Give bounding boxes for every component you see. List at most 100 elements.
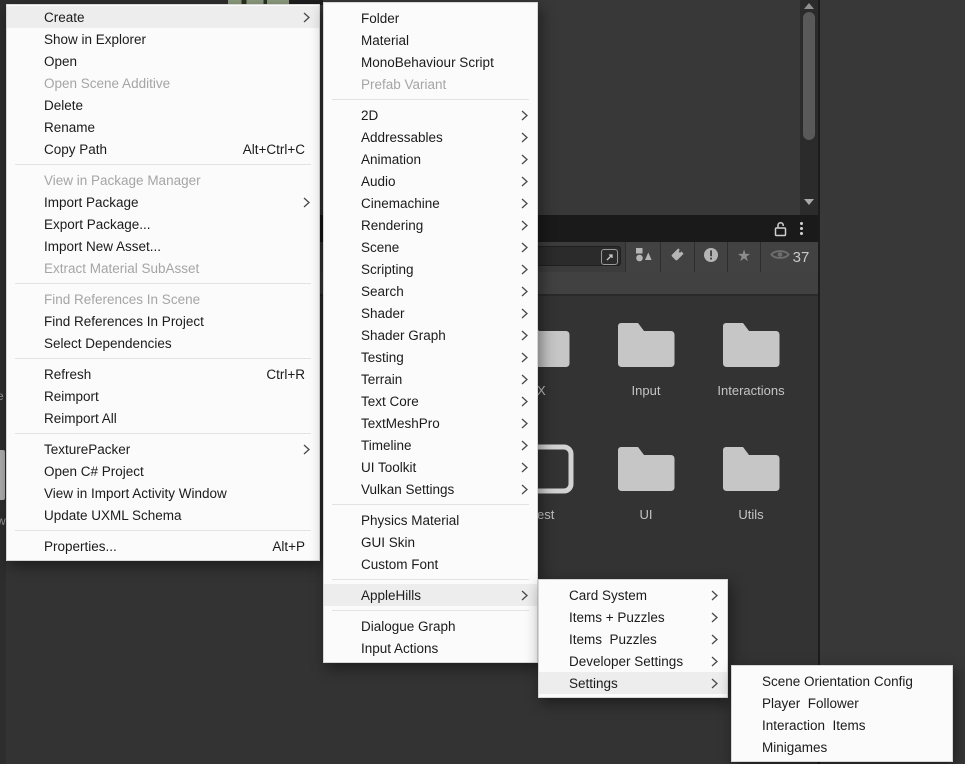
project-item-label: Input — [594, 383, 698, 398]
menu-item-custom-font[interactable]: Custom Font — [324, 553, 537, 575]
menu-item-scene[interactable]: Scene — [324, 236, 537, 258]
filter-by-type-icon — [635, 247, 652, 267]
menu-item-card-system[interactable]: Card System — [539, 584, 727, 606]
menu-item-testing[interactable]: Testing — [324, 346, 537, 368]
menu-item-copy-path[interactable]: Copy Path Alt+Ctrl+C — [7, 138, 319, 160]
menu-item-input-actions[interactable]: Input Actions — [324, 637, 537, 659]
filter-by-label-button[interactable] — [660, 242, 694, 272]
filter-by-type-button[interactable] — [625, 242, 660, 272]
project-item-utils[interactable]: Utils — [699, 444, 803, 522]
menu-item-audio[interactable]: Audio — [324, 170, 537, 192]
menu-item-open-scene-additive: Open Scene Additive — [7, 72, 319, 94]
menu-item-items-puzzles[interactable]: Items + Puzzles — [539, 606, 727, 628]
menu-item-interaction-items[interactable]: Interaction Items — [732, 714, 952, 736]
menu-item-label: TexturePacker — [44, 442, 305, 457]
menu-item-shortcut: Alt+Ctrl+C — [243, 142, 305, 157]
kebab-menu-icon[interactable] — [793, 220, 809, 237]
menu-item-label: Interaction Items — [762, 718, 938, 733]
menu-item-rendering[interactable]: Rendering — [324, 214, 537, 236]
menu-item-minigames[interactable]: Minigames — [732, 736, 952, 758]
open-search-window-icon[interactable] — [601, 249, 618, 265]
menu-item-developer-settings[interactable]: Developer Settings — [539, 650, 727, 672]
menu-item-text-core[interactable]: Text Core — [324, 390, 537, 412]
menu-item-label: Delete — [44, 98, 305, 113]
chevron-right-icon — [521, 280, 528, 302]
menu-item-label: Update UXML Schema — [44, 508, 305, 523]
create-submenu: FolderMaterialMonoBehaviour ScriptPrefab… — [323, 2, 538, 663]
project-item-ui[interactable]: UI — [594, 444, 698, 522]
menu-item-settings[interactable]: Settings — [539, 672, 727, 694]
menu-item-ui-toolkit[interactable]: UI Toolkit — [324, 456, 537, 478]
unlock-icon[interactable] — [772, 220, 788, 237]
menu-item-label: GUI Skin — [361, 535, 523, 550]
menu-item-dialogue-graph[interactable]: Dialogue Graph — [324, 615, 537, 637]
menu-item-terrain[interactable]: Terrain — [324, 368, 537, 390]
menu-item-reimport-all[interactable]: Reimport All — [7, 407, 319, 429]
menu-separator — [15, 433, 311, 434]
menu-item-extract-material-subasset: Extract Material SubAsset — [7, 257, 319, 279]
scroll-down-arrow-icon[interactable] — [804, 199, 814, 205]
menu-item-shortcut: Ctrl+R — [266, 367, 305, 382]
menu-item-folder[interactable]: Folder — [324, 7, 537, 29]
menu-item-material[interactable]: Material — [324, 29, 537, 51]
menu-item-search[interactable]: Search — [324, 280, 537, 302]
chevron-right-icon — [521, 214, 528, 236]
menu-item-texturepacker[interactable]: TexturePacker — [7, 438, 319, 460]
folder-icon — [699, 320, 803, 370]
menu-item-select-dependencies[interactable]: Select Dependencies — [7, 332, 319, 354]
menu-item-2d[interactable]: 2D — [324, 104, 537, 126]
menu-item-delete[interactable]: Delete — [7, 94, 319, 116]
menu-item-scripting[interactable]: Scripting — [324, 258, 537, 280]
project-item-interactions[interactable]: Interactions — [699, 320, 803, 398]
eye-icon — [770, 248, 790, 266]
menu-item-import-new-asset[interactable]: Import New Asset... — [7, 235, 319, 257]
menu-item-shader[interactable]: Shader — [324, 302, 537, 324]
menu-item-applehills[interactable]: AppleHills — [324, 584, 537, 606]
menu-item-refresh[interactable]: RefreshCtrl+R — [7, 363, 319, 385]
menu-item-create[interactable]: Create — [7, 6, 319, 28]
menu-item-label: Text Core — [361, 394, 523, 409]
menu-separator — [332, 610, 529, 611]
menu-item-timeline[interactable]: Timeline — [324, 434, 537, 456]
menu-item-label: Minigames — [762, 740, 938, 755]
vertical-scrollbar[interactable] — [800, 0, 818, 215]
menu-item-properties[interactable]: Properties...Alt+P — [7, 535, 319, 557]
warnings-button[interactable] — [694, 242, 727, 272]
menu-item-show-in-explorer[interactable]: Show in Explorer — [7, 28, 319, 50]
menu-item-open-c-project[interactable]: Open C# Project — [7, 460, 319, 482]
menu-item-scene-orientation-config[interactable]: Scene Orientation Config — [732, 670, 952, 692]
menu-item-find-references-in-project[interactable]: Find References In Project — [7, 310, 319, 332]
menu-item-animation[interactable]: Animation — [324, 148, 537, 170]
menu-item-label: Find References In Project — [44, 314, 305, 329]
menu-item-label: Addressables — [361, 130, 523, 145]
menu-item-open[interactable]: Open — [7, 50, 319, 72]
favorites-button[interactable]: ★ — [727, 242, 760, 272]
menu-item-reimport[interactable]: Reimport — [7, 385, 319, 407]
visibility-button[interactable]: 37 — [760, 242, 818, 272]
menu-item-physics-material[interactable]: Physics Material — [324, 509, 537, 531]
menu-item-textmeshpro[interactable]: TextMeshPro — [324, 412, 537, 434]
menu-item-shader-graph[interactable]: Shader Graph — [324, 324, 537, 346]
menu-item-label: Import Package — [44, 195, 305, 210]
chevron-right-icon — [521, 346, 528, 368]
menu-item-cinemachine[interactable]: Cinemachine — [324, 192, 537, 214]
menu-item-import-package[interactable]: Import Package — [7, 191, 319, 213]
menu-item-addressables[interactable]: Addressables — [324, 126, 537, 148]
menu-item-update-uxml-schema[interactable]: Update UXML Schema — [7, 504, 319, 526]
menu-item-export-package[interactable]: Export Package... — [7, 213, 319, 235]
menu-item-vulkan-settings[interactable]: Vulkan Settings — [324, 478, 537, 500]
menu-item-monobehaviour-script[interactable]: MonoBehaviour Script — [324, 51, 537, 73]
menu-item-player-follower[interactable]: Player Follower — [732, 692, 952, 714]
chevron-right-icon — [303, 438, 310, 460]
menu-item-rename[interactable]: Rename — [7, 116, 319, 138]
menu-item-label: Open Scene Additive — [44, 76, 305, 91]
scrollbar-thumb[interactable] — [803, 12, 815, 140]
menu-item-label: Copy Path — [44, 142, 223, 157]
scroll-up-arrow-icon[interactable] — [804, 3, 814, 9]
menu-item-label: Terrain — [361, 372, 523, 387]
menu-item-label: Audio — [361, 174, 523, 189]
project-item-input[interactable]: Input — [594, 320, 698, 398]
menu-item-items-puzzles[interactable]: Items Puzzles — [539, 628, 727, 650]
menu-item-gui-skin[interactable]: GUI Skin — [324, 531, 537, 553]
menu-item-view-in-import-activity-window[interactable]: View in Import Activity Window — [7, 482, 319, 504]
